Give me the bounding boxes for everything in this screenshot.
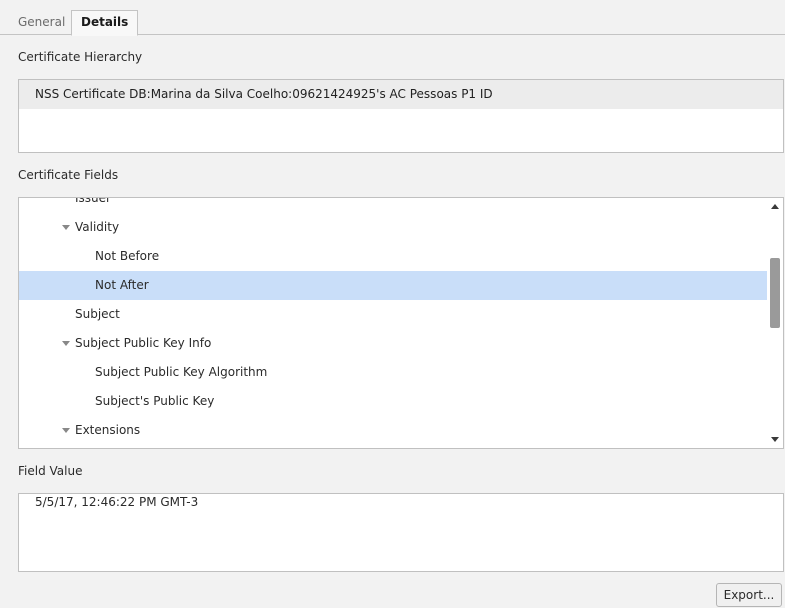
tab-details[interactable]: Details: [71, 10, 139, 36]
scroll-up-arrow-icon[interactable]: [771, 204, 779, 209]
tree-row[interactable]: Issuer: [19, 197, 768, 213]
tree-row[interactable]: Validity: [19, 213, 768, 242]
tree-row-label: Not After: [95, 278, 149, 292]
hierarchy-item[interactable]: NSS Certificate DB:Marina da Silva Coelh…: [19, 80, 783, 109]
tree-row-label: Subject: [75, 307, 120, 321]
scroll-down-arrow-icon[interactable]: [771, 437, 779, 442]
field-value-textarea[interactable]: 5/5/17, 12:46:22 PM GMT-3: [18, 493, 784, 572]
expander-arrow-icon[interactable]: [62, 341, 70, 346]
tree-row[interactable]: Subject Public Key Info: [19, 329, 768, 358]
tree-row-label: Subject's Public Key: [95, 394, 215, 408]
tree-row-label: Subject Public Key Info: [75, 336, 212, 350]
tree-row-label: Issuer: [75, 197, 111, 205]
tree-row-label: Validity: [75, 220, 120, 234]
certificate-fields-tree[interactable]: Issuer Validity Not Before Not After Subject…: [18, 197, 784, 449]
tree-row[interactable]: Not Before: [19, 242, 768, 271]
field-value-heading: Field Value: [18, 464, 83, 478]
tree-row-label: Extensions: [75, 423, 141, 437]
certificate-hierarchy-heading: Certificate Hierarchy: [18, 50, 143, 64]
tab-general[interactable]: General: [9, 11, 74, 35]
tree-row[interactable]: Subject Public Key Algorithm: [19, 358, 768, 387]
field-value-text: 5/5/17, 12:46:22 PM GMT-3: [35, 495, 199, 509]
export-button[interactable]: Export...: [716, 583, 782, 607]
tree-row[interactable]: Subject's Public Key: [19, 387, 768, 416]
expander-arrow-icon[interactable]: [62, 428, 70, 433]
tree-row-label: Not Before: [95, 249, 160, 263]
tree-row[interactable]: Subject: [19, 300, 768, 329]
certificate-hierarchy-list[interactable]: NSS Certificate DB:Marina da Silva Coelh…: [18, 79, 784, 153]
tree-row[interactable]: Extensions: [19, 416, 768, 445]
fields-scrollbar[interactable]: [767, 198, 783, 448]
tree-row-label: Subject Public Key Algorithm: [95, 365, 268, 379]
tree-row[interactable]: Not After: [19, 271, 768, 300]
expander-arrow-icon[interactable]: [62, 225, 70, 230]
certificate-fields-heading: Certificate Fields: [18, 168, 119, 182]
tab-bar: General Details: [0, 0, 785, 36]
scroll-thumb[interactable]: [770, 258, 780, 328]
